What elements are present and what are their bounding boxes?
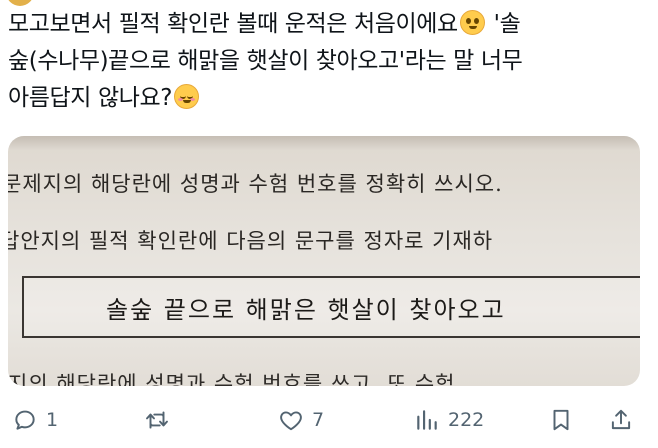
photo-text-line-1: 문제지의 해당란에 성명과 수험 번호를 정확히 쓰시오. bbox=[8, 172, 503, 196]
views-count: 222 bbox=[448, 409, 485, 431]
reply-count: 1 bbox=[46, 409, 59, 431]
retweet-button[interactable] bbox=[144, 402, 178, 438]
tweet-line-1-tail: '솔 bbox=[486, 11, 521, 37]
heart-icon bbox=[280, 411, 302, 431]
tweet-line-1-text: 모고보면서 필적 확인란 볼때 운적은 처음이에요 bbox=[8, 11, 458, 37]
tweet-action-bar: 1 7 222 bbox=[0, 396, 658, 444]
relieved-face-emoji-icon bbox=[174, 84, 200, 109]
bookmark-button[interactable] bbox=[548, 402, 574, 438]
pleading-face-emoji-icon bbox=[459, 10, 485, 35]
tweet-text: 모고보면서 필적 확인란 볼때 운적은 처음이에요 '솔 숲(수나무)끝으로 해… bbox=[8, 6, 648, 117]
tweet-line-2: 숲(수나무)끝으로 해맑을 햇살이 찾아오고'라는 말 너무 bbox=[8, 48, 523, 74]
bookmark-icon bbox=[553, 409, 569, 431]
like-button[interactable]: 7 bbox=[278, 402, 324, 438]
share-icon bbox=[611, 409, 631, 430]
handwriting-check-box: 솔숲 끝으로 해맑은 햇살이 찾아오고 bbox=[22, 276, 640, 338]
reply-button[interactable]: 1 bbox=[12, 402, 58, 438]
handwriting-check-phrase: 솔숲 끝으로 해맑은 햇살이 찾아오고 bbox=[106, 296, 506, 324]
retweet-icon bbox=[146, 411, 168, 429]
bar-chart-icon bbox=[417, 410, 437, 430]
tweet-line-3: 아름답지 않나요? bbox=[8, 80, 648, 117]
tweet-photo[interactable]: 문제지의 해당란에 성명과 수험 번호를 정확히 쓰시오. 답안지의 필적 확인… bbox=[8, 136, 640, 386]
like-count: 7 bbox=[312, 409, 325, 431]
tweet-line-1: 모고보면서 필적 확인란 볼때 운적은 처음이에요 '솔 bbox=[8, 6, 648, 43]
views-button[interactable]: 222 bbox=[414, 402, 484, 438]
reply-icon bbox=[15, 410, 35, 430]
photo-text-line-3: 지의 해당란에 성명과 수험 번호를 쓰고, 또 수험 bbox=[8, 372, 456, 386]
share-button[interactable] bbox=[608, 402, 634, 438]
photo-text-line-2: 답안지의 필적 확인란에 다음의 문구를 정자로 기재하 bbox=[8, 229, 494, 253]
tweet-line-3-text: 아름답지 않나요? bbox=[8, 85, 173, 111]
